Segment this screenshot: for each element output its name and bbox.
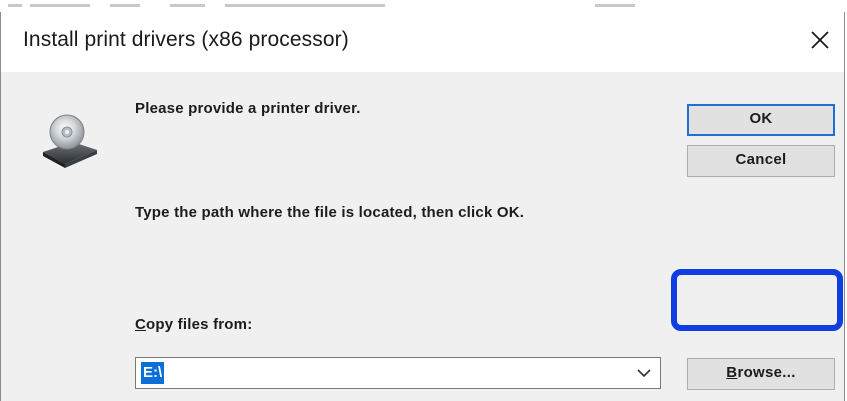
browse-button[interactable]: Browse... [687, 358, 835, 390]
dialog-body: Please provide a printer driver. Type th… [1, 72, 844, 401]
prompt-text: Please provide a printer driver. [135, 100, 361, 117]
background-mark [8, 4, 22, 7]
cancel-button[interactable]: Cancel [687, 145, 835, 177]
copy-label-rest: opy files from: [146, 316, 253, 333]
background-mark [110, 4, 140, 7]
screenshot-stage: Install print drivers (x86 processor) Pl… [0, 0, 847, 401]
copy-accesskey: C [135, 316, 147, 333]
dialog-titlebar: Install print drivers (x86 processor) [1, 12, 844, 72]
chevron-down-icon[interactable] [636, 367, 652, 379]
background-mark [595, 4, 635, 7]
close-icon [811, 31, 829, 49]
background-mark [170, 4, 205, 7]
background-mark [225, 4, 385, 7]
ok-button[interactable]: OK [687, 104, 835, 136]
copy-files-from-value[interactable]: E:\ [141, 362, 165, 384]
close-button[interactable] [800, 20, 840, 60]
disk-drive-icon [43, 114, 97, 168]
instruction-text: Type the path where the file is located,… [135, 204, 525, 221]
install-print-drivers-dialog: Install print drivers (x86 processor) Pl… [0, 12, 845, 401]
dialog-title: Install print drivers (x86 processor) [23, 28, 349, 51]
browse-label-rest: rowse... [737, 364, 796, 381]
browse-highlight-ring [671, 269, 843, 331]
copy-files-from-combobox[interactable]: E:\ [135, 357, 661, 389]
browse-accesskey: B [726, 364, 738, 381]
background-window-edge [0, 0, 847, 12]
background-mark [30, 4, 90, 7]
copy-files-from-label: Copy files from: [135, 316, 252, 333]
